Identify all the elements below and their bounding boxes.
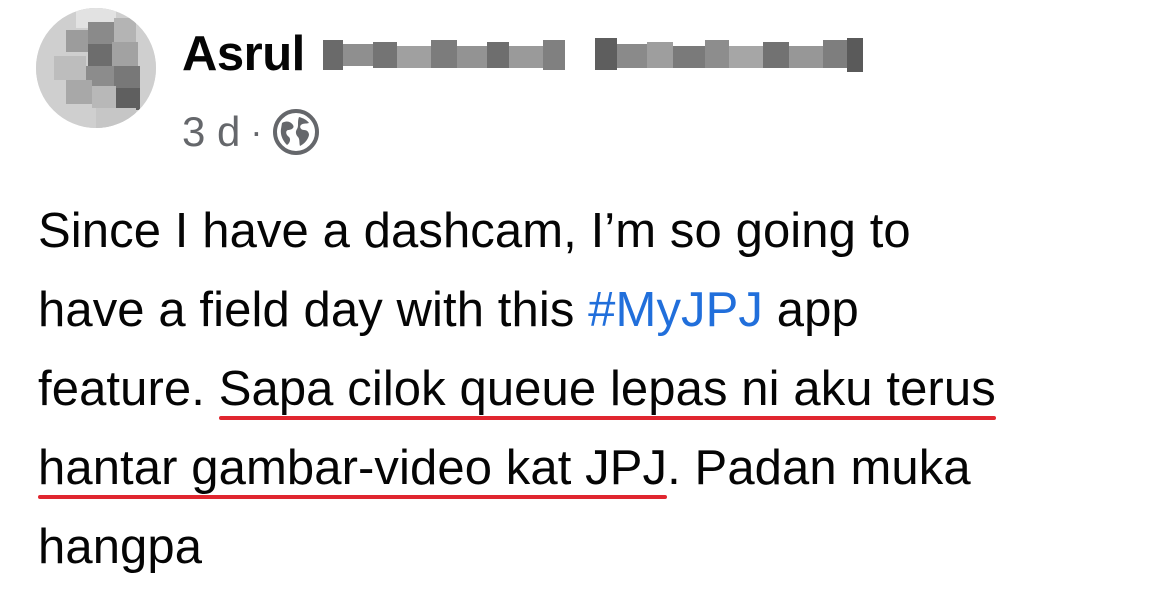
redacted-author-surname — [322, 34, 883, 74]
author-header[interactable]: Asrul — [182, 24, 883, 84]
post-meta: 3 d · — [182, 104, 320, 160]
author-name[interactable]: Asrul — [182, 26, 305, 82]
message-text: hangpa — [38, 520, 203, 574]
message-line: feature. Sapa cilok queue lepas ni aku t… — [38, 350, 1148, 429]
highlighted-text: Sapa cilok queue lepas ni aku terus — [218, 362, 996, 416]
facebook-post: Asrul 3 d · Since I have a dashcam, I’m … — [0, 0, 1170, 595]
message-text: app — [763, 283, 859, 337]
message-line: have a field day with this #MyJPJ app — [38, 271, 1148, 350]
hashtag-link[interactable]: #MyJPJ — [588, 283, 763, 337]
message-text: feature. — [38, 362, 219, 416]
globe-icon[interactable] — [272, 108, 320, 156]
post-message: Since I have a dashcam, I’m so going to … — [38, 192, 1148, 587]
message-line: hantar gambar-video kat JPJ. Padan muka — [38, 429, 1148, 508]
message-text: have a field day with this — [38, 283, 589, 337]
highlighted-text: hantar gambar-video kat JPJ — [38, 441, 668, 495]
author-avatar[interactable] — [36, 8, 156, 128]
message-text: Since I have a dashcam, I’m so going to — [38, 204, 911, 258]
message-text: . Padan muka — [667, 441, 971, 495]
meta-separator: · — [250, 111, 263, 152]
message-line: Since I have a dashcam, I’m so going to — [38, 192, 1148, 271]
message-line: hangpa — [38, 508, 1148, 587]
post-timestamp[interactable]: 3 d — [182, 108, 240, 156]
